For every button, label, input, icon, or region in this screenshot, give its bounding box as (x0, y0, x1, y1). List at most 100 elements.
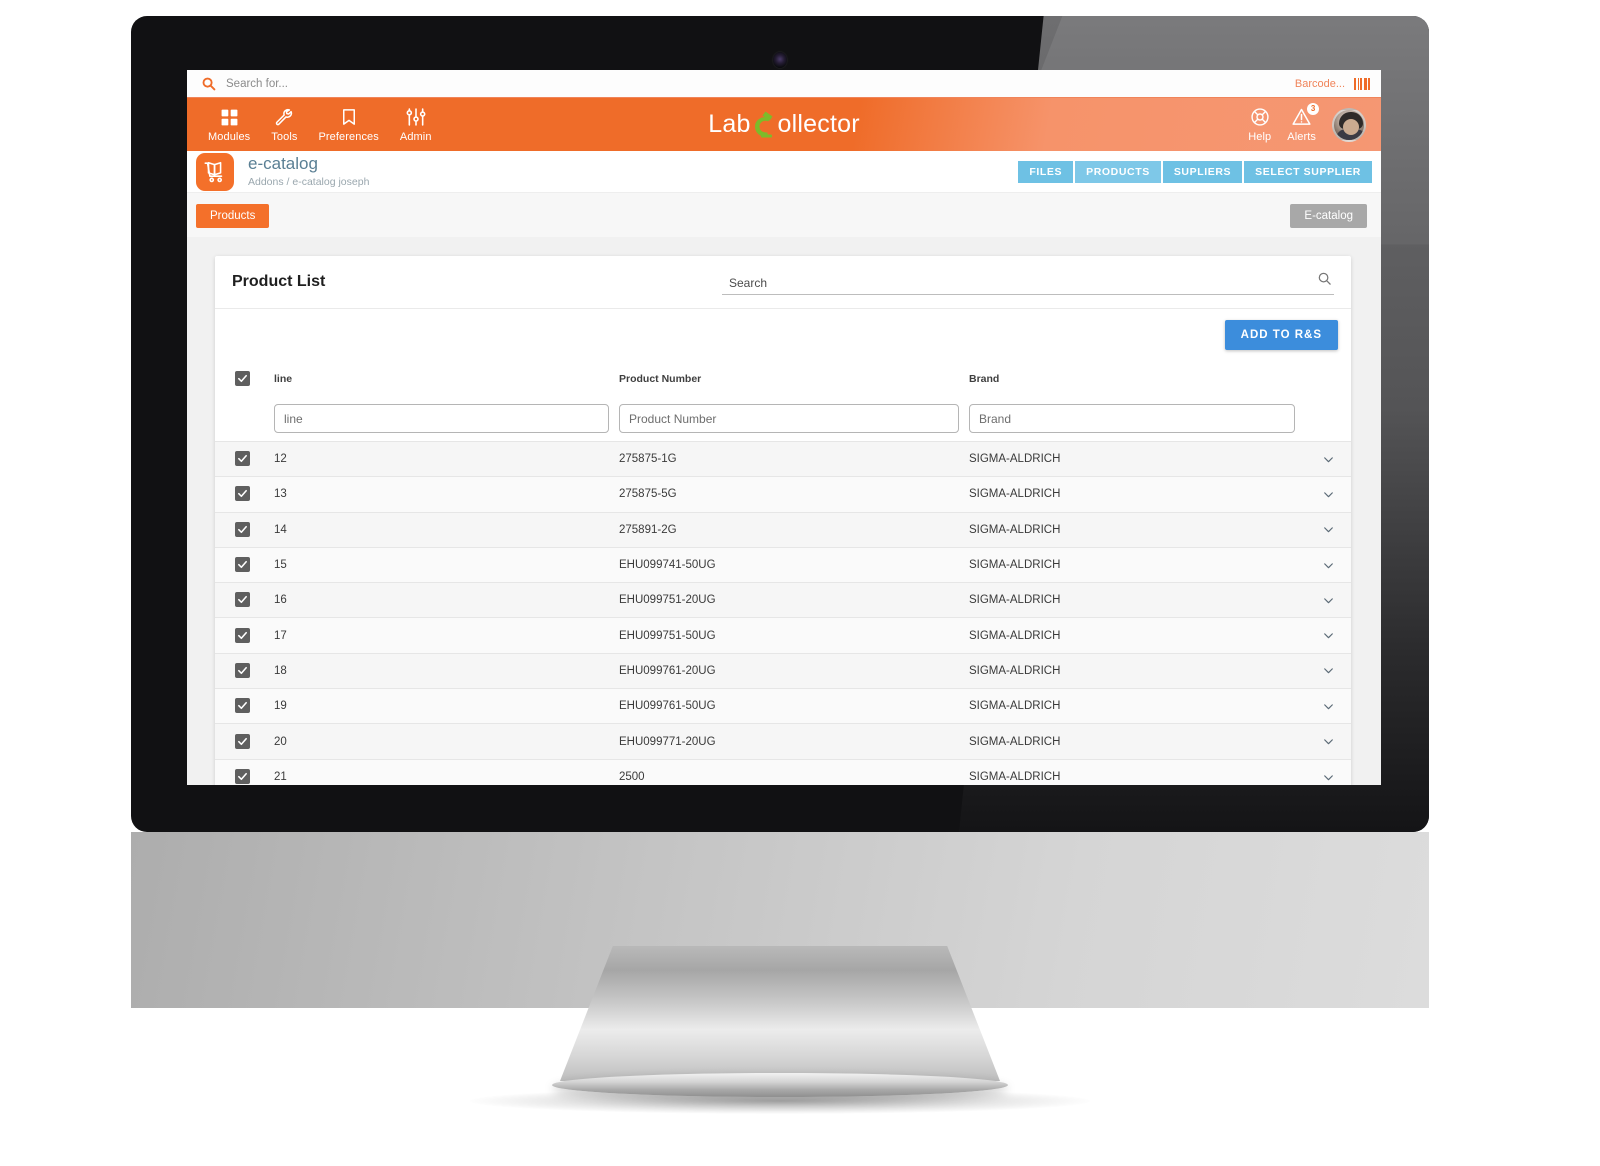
row-checkbox[interactable] (235, 627, 250, 643)
row-select-cell (215, 618, 274, 653)
global-search-bar: Search for... Barcode... (187, 70, 1381, 98)
table-body: 12 275875-1G SIGMA-ALDRICH 13 275875-5G SIGMA… (215, 441, 1351, 785)
nav-label-tools: Tools (271, 131, 298, 143)
chevron-down-icon[interactable] (1305, 700, 1351, 713)
table-row[interactable]: 12 275875-1G SIGMA-ALDRICH (215, 441, 1351, 477)
table-row[interactable]: 21 2500 SIGMA-ALDRICH (215, 759, 1351, 785)
module-header: e-catalog Addons / e-catalog joseph FILE… (187, 151, 1381, 193)
cell-brand: SIGMA-ALDRICH (969, 488, 1061, 501)
nav-item-modules[interactable]: Modules (208, 106, 250, 143)
cell-line: 19 (274, 700, 287, 713)
table-row[interactable]: 20 EHU099771-20UG SIGMA-ALDRICH (215, 723, 1351, 760)
column-header-brand[interactable]: Brand (969, 365, 1305, 397)
book-cart-icon (196, 152, 234, 191)
tab-files[interactable]: FILES (1018, 160, 1074, 183)
table-row[interactable]: 19 EHU099761-50UG SIGMA-ALDRICH (215, 688, 1351, 724)
row-checkbox[interactable] (235, 698, 250, 714)
chevron-down-icon[interactable] (1305, 771, 1351, 784)
column-header-line[interactable]: line (274, 365, 619, 397)
alerts-label: Alerts (1287, 130, 1316, 143)
alerts-button[interactable]: 3 Alerts (1287, 102, 1320, 143)
nav-item-preferences[interactable]: Preferences (318, 106, 379, 143)
select-all-checkbox[interactable] (235, 371, 250, 386)
chevron-down-icon[interactable] (1305, 559, 1351, 572)
monitor-stand-neck (560, 946, 1000, 1081)
table-row[interactable]: 13 275875-5G SIGMA-ALDRICH (215, 476, 1351, 513)
cell-product-number: EHU099771-20UG (619, 735, 716, 748)
row-checkbox[interactable] (235, 521, 250, 537)
table-filters (215, 397, 1351, 442)
chevron-down-icon[interactable] (1305, 453, 1351, 466)
chevron-down-icon[interactable] (1305, 735, 1351, 748)
chevron-down-icon[interactable] (1305, 629, 1351, 642)
table-row[interactable]: 17 EHU099751-50UG SIGMA-ALDRICH (215, 617, 1351, 654)
filter-spacer (215, 397, 274, 442)
cell-expand (1305, 442, 1351, 477)
nav-item-admin[interactable]: Admin (400, 106, 432, 143)
add-to-rs-button[interactable]: ADD TO R&S (1224, 320, 1338, 350)
cell-brand: SIGMA-ALDRICH (969, 700, 1061, 713)
cell-product-number: EHU099751-20UG (619, 594, 716, 607)
table-header-row: line Product Number Brand (215, 365, 1351, 397)
topbar-right: Barcode... (1295, 77, 1381, 90)
search-input[interactable] (722, 275, 1334, 294)
nav-item-tools[interactable]: Tools (271, 106, 297, 143)
row-select-cell (215, 477, 274, 512)
products-button[interactable]: Products (196, 204, 270, 228)
cell-product-number: EHU099751-50UG (619, 629, 716, 642)
help-button[interactable]: Help (1248, 107, 1271, 143)
filter-cell-product-number (619, 397, 969, 442)
table-row[interactable]: 16 EHU099751-20UG SIGMA-ALDRICH (215, 582, 1351, 618)
table-head: line Product Number Brand (215, 365, 1351, 397)
row-checkbox[interactable] (235, 592, 250, 608)
cell-brand: SIGMA-ALDRICH (969, 771, 1061, 784)
cell-line: 21 (274, 771, 287, 784)
row-checkbox[interactable] (235, 486, 250, 502)
search-icon (200, 76, 216, 92)
row-checkbox[interactable] (235, 451, 250, 467)
row-select-cell (215, 689, 274, 724)
cell-product-number: EHU099761-50UG (619, 700, 716, 713)
filter-input-brand[interactable] (969, 404, 1295, 433)
filter-input-line[interactable] (274, 404, 609, 433)
cell-expand (1305, 547, 1351, 582)
monitor-screen: Search for... Barcode... Modules Tools P… (187, 70, 1381, 785)
filter-row (215, 397, 1351, 442)
table-row[interactable]: 15 EHU099741-50UG SIGMA-ALDRICH (215, 547, 1351, 583)
row-checkbox[interactable] (235, 769, 250, 785)
table-row[interactable]: 14 275891-2G SIGMA-ALDRICH (215, 512, 1351, 548)
cell-line: 20 (274, 735, 287, 748)
cell-brand: SIGMA-ALDRICH (969, 559, 1061, 572)
column-header-product-number[interactable]: Product Number (619, 365, 969, 397)
table-row[interactable]: 18 EHU099761-20UG SIGMA-ALDRICH (215, 653, 1351, 689)
row-checkbox[interactable] (235, 733, 250, 749)
filter-cell-brand (969, 397, 1305, 442)
filter-input-product-number[interactable] (619, 404, 959, 433)
ecatalog-button[interactable]: E-catalog (1290, 204, 1367, 228)
tab-select-supplier[interactable]: SELECT SUPPLIER (1244, 160, 1372, 183)
cell-product-number: 2500 (619, 771, 645, 784)
cell-brand: SIGMA-ALDRICH (969, 594, 1061, 607)
chevron-down-icon[interactable] (1305, 664, 1351, 677)
chevron-down-icon[interactable] (1305, 523, 1351, 536)
magnifier-icon[interactable] (1317, 271, 1332, 291)
filter-spacer-end (1305, 397, 1351, 442)
tab-products[interactable]: PRODUCTS (1075, 160, 1161, 183)
global-search-placeholder[interactable]: Search for... (226, 78, 288, 90)
cell-expand (1305, 759, 1351, 785)
row-checkbox[interactable] (235, 662, 250, 678)
chevron-down-icon[interactable] (1305, 488, 1351, 501)
row-checkbox[interactable] (235, 557, 250, 573)
logo-microscope-c-icon (751, 110, 778, 140)
barcode-label[interactable]: Barcode... (1295, 78, 1345, 90)
grid-icon (220, 106, 239, 128)
row-select-cell (215, 759, 274, 785)
cell-line: 17 (274, 629, 287, 642)
barcode-icon[interactable] (1354, 77, 1370, 90)
chevron-down-icon[interactable] (1305, 594, 1351, 607)
user-avatar[interactable] (1332, 107, 1366, 142)
tab-supliers[interactable]: SUPLIERS (1162, 160, 1243, 183)
sub-toolbar: Products E-catalog (187, 193, 1381, 237)
nav-label-modules: Modules (208, 131, 251, 143)
cell-line: 14 (274, 523, 287, 536)
